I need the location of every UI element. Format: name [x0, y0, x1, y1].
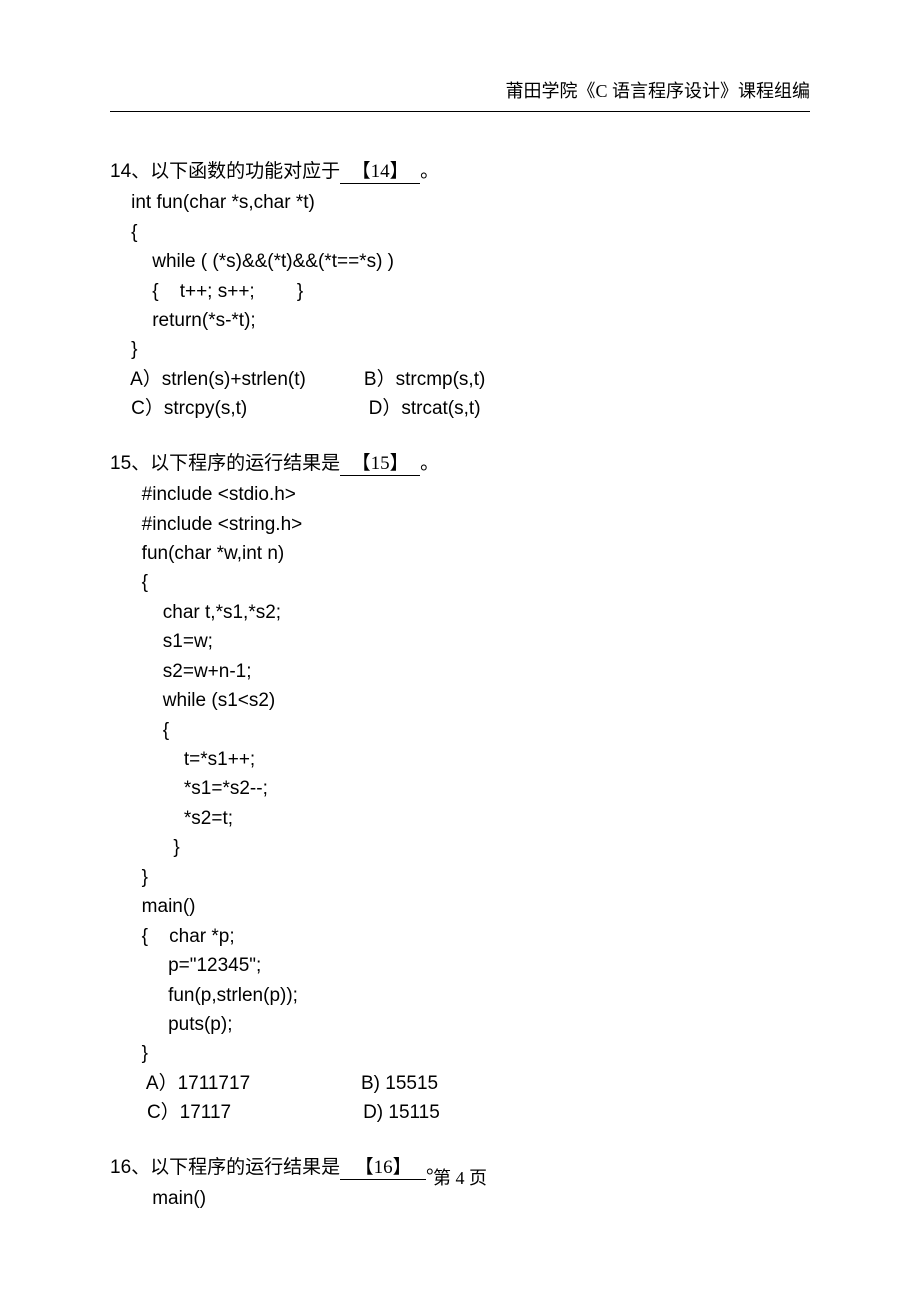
page-content: 莆田学院《C 语言程序设计》课程组编 14、以下函数的功能对应于【14】。 in…: [0, 0, 920, 1213]
q14-code: int fun(char *s,char *t) { while ( (*s)&…: [110, 188, 810, 365]
page-header: 莆田学院《C 语言程序设计》课程组编: [110, 78, 810, 112]
q15-number: 15、: [110, 453, 150, 474]
q14-options: A）strlen(s)+strlen(t) B）strcmp(s,t) C）st…: [110, 365, 810, 424]
q14-text-pre: 以下函数的功能对应于: [150, 161, 340, 182]
question-14: 14、以下函数的功能对应于【14】。 int fun(char *s,char …: [110, 156, 810, 424]
question-15: 15、以下程序的运行结果是【15】。 #include <stdio.h> #i…: [110, 448, 810, 1128]
q15-blank: 【15】: [340, 454, 420, 476]
q14-stem: 14、以下函数的功能对应于【14】。: [110, 156, 810, 188]
q15-code: #include <stdio.h> #include <string.h> f…: [110, 480, 810, 1069]
q14-text-post: 。: [420, 161, 439, 182]
q14-blank: 【14】: [340, 162, 420, 184]
q14-number: 14、: [110, 161, 150, 182]
q15-text-post: 。: [420, 453, 439, 474]
q15-options: A）1711717 B) 15515 C）17117 D) 15115: [110, 1069, 810, 1128]
q15-text-pre: 以下程序的运行结果是: [150, 453, 340, 474]
q15-stem: 15、以下程序的运行结果是【15】。: [110, 448, 810, 480]
page-footer: 第 4 页: [0, 1164, 920, 1190]
